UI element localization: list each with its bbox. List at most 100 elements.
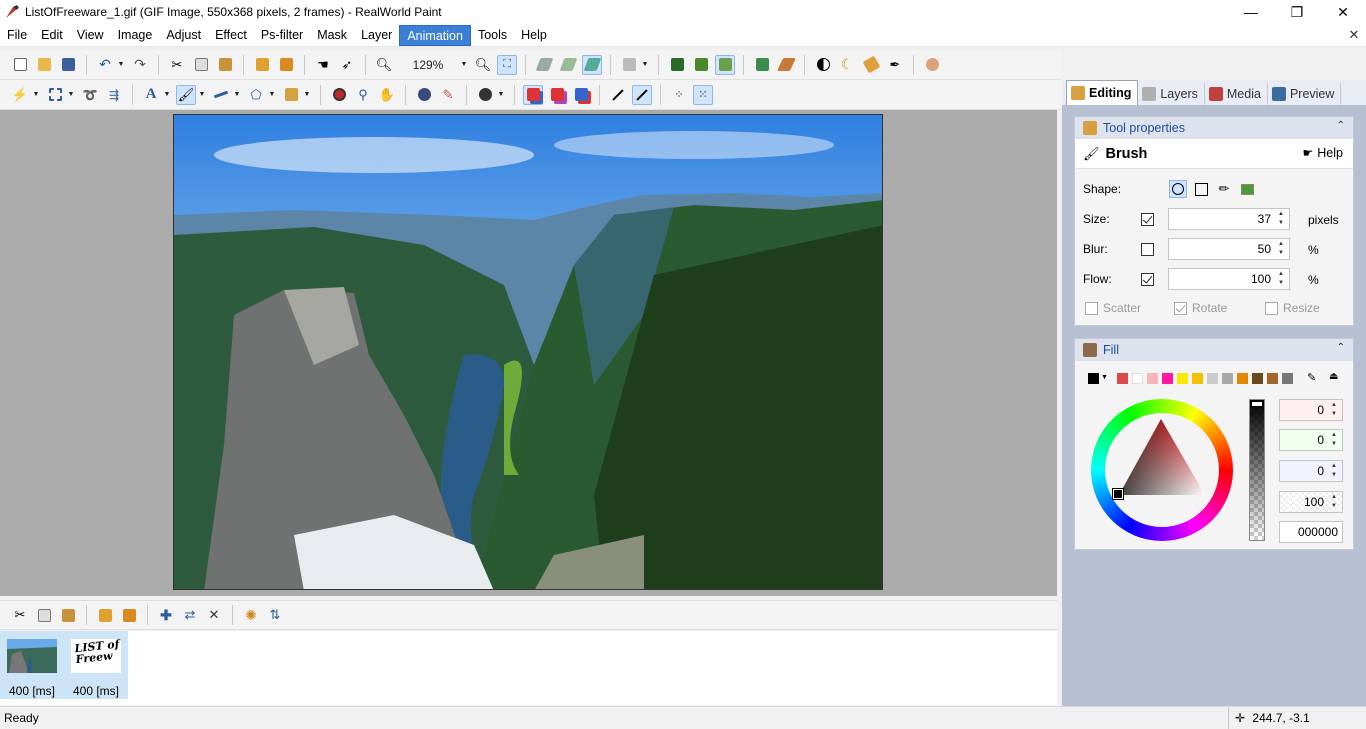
- grid-icon[interactable]: [667, 55, 687, 75]
- brush-icon[interactable]: 🖌︎: [176, 84, 196, 105]
- maximize-button[interactable]: ❐: [1274, 0, 1320, 24]
- blend-mode-2-icon[interactable]: [547, 85, 567, 105]
- layer-up-icon[interactable]: [534, 55, 554, 75]
- spin-up-icon[interactable]: ▲: [1274, 270, 1288, 279]
- tool-properties-header[interactable]: Tool properties ⌃: [1075, 117, 1353, 139]
- rotate-option[interactable]: Rotate: [1174, 301, 1227, 315]
- menu-ps-filter[interactable]: Ps-filter: [254, 25, 310, 46]
- perspective-icon[interactable]: [776, 55, 796, 75]
- frame-1[interactable]: 400 [ms]: [0, 631, 64, 699]
- line-dropdown-icon[interactable]: ▼: [233, 85, 241, 105]
- image-shape-icon[interactable]: [1238, 180, 1256, 198]
- tab-editing[interactable]: Editing: [1066, 80, 1139, 105]
- paste-icon[interactable]: [215, 55, 235, 75]
- color-swatch[interactable]: [1237, 373, 1248, 384]
- menu-view[interactable]: View: [70, 25, 111, 46]
- zoom-level[interactable]: 129%: [398, 56, 458, 74]
- text-icon[interactable]: A: [141, 85, 161, 105]
- fill-bucket-icon[interactable]: [281, 85, 301, 105]
- minimize-button[interactable]: —: [1228, 0, 1274, 24]
- copy-icon[interactable]: [191, 55, 211, 75]
- color-swatch[interactable]: [1192, 373, 1203, 384]
- open-folder-icon[interactable]: [34, 55, 54, 75]
- points-alt-icon[interactable]: ⁙: [693, 84, 713, 105]
- contrast-icon[interactable]: [813, 55, 833, 75]
- copy-merged-icon[interactable]: [252, 55, 272, 75]
- fill-dropdown-icon[interactable]: ▼: [303, 85, 311, 105]
- resize-checkbox[interactable]: [1265, 301, 1278, 315]
- canvas-image[interactable]: [173, 114, 883, 590]
- circle-shape-icon[interactable]: [1169, 180, 1187, 198]
- color-swatch[interactable]: [1222, 373, 1233, 384]
- polygon-dropdown-icon[interactable]: ▼: [268, 85, 276, 105]
- blue-input[interactable]: 0 ▲ ▼: [1279, 460, 1343, 482]
- frame-paste-icon[interactable]: [58, 605, 78, 625]
- spin-up-icon[interactable]: ▲: [1327, 462, 1341, 471]
- layers-stack-icon[interactable]: [619, 55, 639, 75]
- undo-dropdown-icon[interactable]: ▼: [117, 55, 125, 75]
- blur-checkbox[interactable]: [1141, 242, 1154, 256]
- tab-layers[interactable]: Layers: [1138, 82, 1205, 105]
- color-swatch[interactable]: [1147, 373, 1158, 384]
- transform-icon[interactable]: ⇶: [104, 85, 124, 105]
- magic-wand-icon[interactable]: ⚡: [10, 85, 30, 105]
- spin-down-icon[interactable]: ▼: [1274, 279, 1288, 288]
- wand-dropdown-icon[interactable]: ▼: [32, 85, 40, 105]
- line-icon[interactable]: [211, 85, 231, 105]
- spin-down-icon[interactable]: ▼: [1327, 471, 1341, 480]
- eyedropper-icon[interactable]: ✎: [1307, 371, 1316, 384]
- color-swatch[interactable]: [1117, 373, 1128, 384]
- new-icon[interactable]: [10, 55, 30, 75]
- points-icon[interactable]: ⁘: [669, 85, 689, 105]
- save-icon[interactable]: [58, 55, 78, 75]
- frame-move-icon[interactable]: ⇄: [180, 605, 200, 625]
- layer-active-icon[interactable]: [582, 54, 602, 75]
- color-swatch[interactable]: [1252, 373, 1263, 384]
- size-checkbox[interactable]: [1141, 212, 1154, 226]
- antialias-off-icon[interactable]: [608, 85, 628, 105]
- hex-input[interactable]: 000000: [1279, 521, 1343, 543]
- menu-file[interactable]: File: [0, 25, 34, 46]
- frame-swap-icon[interactable]: ⇅: [265, 605, 285, 625]
- fit-to-window-icon[interactable]: ⛶: [497, 54, 517, 75]
- smudge-icon[interactable]: ✎: [438, 85, 458, 105]
- hand-icon[interactable]: ☚: [313, 55, 333, 75]
- blend-mode-1-icon[interactable]: [523, 84, 543, 105]
- palette-menu-icon[interactable]: ⏏: [1329, 371, 1338, 382]
- color-swatch[interactable]: [1162, 373, 1173, 384]
- alpha-input[interactable]: 100 ▲ ▼: [1279, 491, 1343, 513]
- help-button[interactable]: ☛ Help: [1303, 146, 1343, 160]
- zoom-in-icon[interactable]: 🔍︎: [473, 55, 493, 75]
- paste-new-icon[interactable]: [276, 55, 296, 75]
- color-swatch[interactable]: [1132, 373, 1143, 384]
- blend-mode-3-icon[interactable]: [571, 85, 591, 105]
- frame-copy-icon[interactable]: [34, 605, 54, 625]
- close-button[interactable]: ✕: [1320, 0, 1366, 24]
- menu-adjust[interactable]: Adjust: [159, 25, 208, 46]
- square-shape-icon[interactable]: [1192, 180, 1210, 198]
- burn-icon[interactable]: ✋: [377, 85, 397, 105]
- picker-dropdown-icon[interactable]: ▼: [497, 85, 505, 105]
- menu-effect[interactable]: Effect: [208, 25, 254, 46]
- spin-up-icon[interactable]: ▲: [1327, 493, 1341, 502]
- spin-down-icon[interactable]: ▼: [1327, 502, 1341, 511]
- selection-dropdown-icon[interactable]: ▼: [67, 85, 75, 105]
- menu-layer[interactable]: Layer: [354, 25, 399, 46]
- red-input[interactable]: 0 ▲ ▼: [1279, 399, 1343, 421]
- color-wheel[interactable]: [1091, 399, 1233, 541]
- spin-up-icon[interactable]: ▲: [1327, 401, 1341, 410]
- scatter-option[interactable]: Scatter: [1085, 301, 1141, 315]
- clone-stamp-icon[interactable]: ⚲: [353, 85, 373, 105]
- picture-icon[interactable]: [752, 55, 772, 75]
- brush-dropdown-icon[interactable]: ▼: [198, 85, 206, 105]
- fill-header[interactable]: Fill ⌃: [1075, 339, 1353, 361]
- tab-preview[interactable]: Preview: [1268, 82, 1342, 105]
- palette-dropdown-icon[interactable]: ▼: [1101, 374, 1108, 381]
- polygon-icon[interactable]: ⬠: [246, 85, 266, 105]
- green-input[interactable]: 0 ▲ ▼: [1279, 429, 1343, 451]
- undo-icon[interactable]: ↶: [95, 55, 115, 75]
- color-swatch[interactable]: [1282, 373, 1293, 384]
- frame-duplicate-icon[interactable]: [119, 605, 139, 625]
- rotate-checkbox[interactable]: [1174, 301, 1187, 315]
- close-document-icon[interactable]: ✕: [1346, 27, 1362, 43]
